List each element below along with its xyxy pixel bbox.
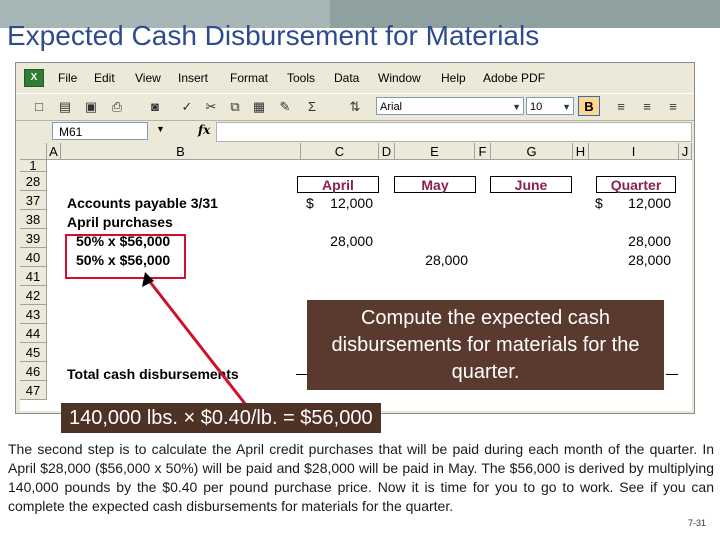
row-header-44[interactable]: 44 <box>20 324 47 343</box>
chevron-down-icon[interactable]: ▼ <box>512 98 521 116</box>
cut-icon[interactable]: ✂ <box>202 98 220 116</box>
column-header-i[interactable]: I <box>589 143 679 160</box>
autosum-icon[interactable]: Σ <box>303 98 321 116</box>
excel-icon[interactable]: X <box>24 69 44 87</box>
row-header-43[interactable]: 43 <box>20 305 47 324</box>
format-painter-icon[interactable]: ✎ <box>276 98 294 116</box>
chevron-down-icon[interactable]: ▼ <box>156 124 165 134</box>
row-header-38[interactable]: 38 <box>20 210 47 229</box>
align-right-icon[interactable]: ≡ <box>664 98 682 116</box>
callout-text: Compute the expected cash disbursements … <box>331 307 640 383</box>
description-paragraph: The second step is to calculate the Apri… <box>8 441 714 514</box>
spelling-icon[interactable]: ✓ <box>178 98 196 116</box>
highlight-box <box>65 234 186 279</box>
row-header-39[interactable]: 39 <box>20 229 47 248</box>
bold-button[interactable]: B <box>578 96 600 116</box>
row-header-40[interactable]: 40 <box>20 248 47 267</box>
calculation-box: 140,000 lbs. × $0.40/lb. = $56,000 <box>61 403 381 433</box>
row-header-1[interactable]: 1 <box>20 159 47 172</box>
font-name-value: Arial <box>380 101 403 113</box>
sort-icon[interactable]: ⇅ <box>346 98 364 116</box>
fx-icon[interactable]: fx <box>198 123 210 137</box>
row-header-28[interactable]: 28 <box>20 172 47 191</box>
month-header-quarter: Quarter <box>596 176 676 193</box>
column-header-f[interactable]: F <box>475 143 491 160</box>
column-header-b[interactable]: B <box>61 143 301 160</box>
month-header-april: April <box>297 176 379 193</box>
column-header-d[interactable]: D <box>379 143 395 160</box>
month-header-may: May <box>394 176 476 193</box>
column-header-a[interactable]: A <box>47 143 61 160</box>
label-total: Total cash disbursements <box>67 366 239 382</box>
ap-april-value: 12,000 <box>330 195 373 211</box>
camera-icon[interactable]: ◙ <box>146 98 164 116</box>
column-header-j[interactable]: J <box>679 143 692 160</box>
row-header-41[interactable]: 41 <box>20 267 47 286</box>
row-header-42[interactable]: 42 <box>20 286 47 305</box>
font-size-select[interactable]: 10 ▼ <box>526 97 574 115</box>
line1-april-value: 28,000 <box>330 233 373 249</box>
menu-help[interactable]: Help <box>441 71 466 85</box>
row-header-45[interactable]: 45 <box>20 343 47 362</box>
ap-quarter-value: 12,000 <box>628 195 671 211</box>
label-accounts-payable: Accounts payable 3/31 <box>67 195 218 211</box>
slide-title: Expected Cash Disbursement for Materials <box>7 20 540 51</box>
menu-view[interactable]: View <box>135 71 161 85</box>
row-header-37[interactable]: 37 <box>20 191 47 210</box>
align-center-icon[interactable]: ≡ <box>638 98 656 116</box>
menu-format[interactable]: Format <box>230 71 268 85</box>
column-header-c[interactable]: C <box>301 143 379 160</box>
menu-edit[interactable]: Edit <box>94 71 115 85</box>
formula-bar: M61 ▼ fx <box>16 120 694 142</box>
align-left-icon[interactable]: ≡ <box>612 98 630 116</box>
ap-quarter-dollar: $ <box>595 195 603 211</box>
ap-april-dollar: $ <box>306 195 314 211</box>
column-header-h[interactable]: H <box>573 143 589 160</box>
total-underline-quarter <box>666 374 678 375</box>
paste-icon[interactable]: ▦ <box>250 98 268 116</box>
chevron-down-icon[interactable]: ▼ <box>562 98 571 116</box>
menu-data[interactable]: Data <box>334 71 359 85</box>
toolbar: □ ▤ ▣ ⎙ ◙ ✓ ✂ ⧉ ▦ ✎ Σ ⇅ Arial ▼ 10 ▼ B ≡… <box>16 93 694 121</box>
line1-quarter-value: 28,000 <box>628 233 671 249</box>
name-box[interactable]: M61 <box>52 122 148 140</box>
copy-icon[interactable]: ⧉ <box>226 98 244 116</box>
row-header-46[interactable]: 46 <box>20 362 47 381</box>
menu-insert[interactable]: Insert <box>178 71 208 85</box>
formula-input[interactable] <box>216 122 692 142</box>
menu-tools[interactable]: Tools <box>287 71 315 85</box>
print-icon[interactable]: ⎙ <box>108 98 126 116</box>
calculation-text: 140,000 lbs. × $0.40/lb. = $56,000 <box>69 407 373 429</box>
font-size-value: 10 <box>530 101 543 113</box>
menu-adobe-pdf[interactable]: Adobe PDF <box>483 71 545 85</box>
column-header-e[interactable]: E <box>395 143 475 160</box>
month-header-june: June <box>490 176 572 193</box>
new-icon[interactable]: □ <box>30 98 48 116</box>
column-header-g[interactable]: G <box>491 143 573 160</box>
row-header-47[interactable]: 47 <box>20 381 47 400</box>
label-april-purchases: April purchases <box>67 214 173 230</box>
menu-window[interactable]: Window <box>378 71 421 85</box>
line2-may-value: 28,000 <box>425 252 468 268</box>
callout-box: Compute the expected cash disbursements … <box>307 300 664 390</box>
font-name-select[interactable]: Arial ▼ <box>376 97 524 115</box>
menu-bar: X File Edit View Insert Format Tools Dat… <box>16 63 694 93</box>
open-icon[interactable]: ▤ <box>56 98 74 116</box>
page-number: 7-31 <box>688 518 707 528</box>
menu-file[interactable]: File <box>58 71 77 85</box>
name-box-value: M61 <box>59 125 83 139</box>
save-icon[interactable]: ▣ <box>82 98 100 116</box>
line2-quarter-value: 28,000 <box>628 252 671 268</box>
